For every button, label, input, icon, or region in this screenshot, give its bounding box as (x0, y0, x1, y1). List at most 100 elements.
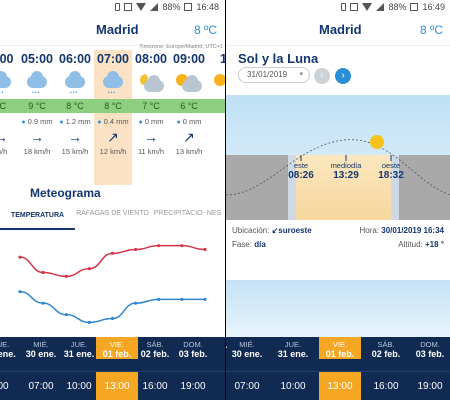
hour-precip: ● 0.9 mm (21, 117, 53, 126)
day-cell-selected[interactable]: VIE. 01 feb. (319, 337, 361, 359)
hour-wind: m/h (0, 147, 8, 156)
hour-temp (208, 99, 225, 113)
selected-date: 31/01/2019 (247, 70, 288, 79)
time-cell[interactable]: 19:00 (172, 372, 214, 400)
time-cell[interactable]: 16:00 (134, 372, 176, 400)
hour-time: 06:00 (59, 52, 91, 66)
time-cell[interactable]: 22 (210, 372, 225, 400)
day-cell[interactable]: JUE. 31 ene. (272, 337, 314, 359)
meteograma-title: Meteograma (30, 186, 101, 200)
tab-precipitaciones[interactable]: PRECIPITACIO- NES (150, 204, 225, 230)
signal-icon (150, 3, 159, 11)
battery-percent: 88% (388, 2, 407, 12)
hour-temp: 9 °C (18, 99, 56, 113)
day-cell[interactable]: MIÉ. 30 ene. (20, 337, 62, 359)
rain-cloud-icon: ••• (56, 71, 94, 96)
time-cell-selected[interactable]: 13:00 (96, 372, 138, 400)
hour-temp: 8 °C (56, 99, 94, 113)
hour-column[interactable]: 09:00 6 °C ● 0 mm ↗ 13 km/h (170, 50, 208, 185)
app-header: Madrid 8 ºC (226, 14, 450, 46)
left-screen: 88% 16:48 Madrid 8 ºC Timezone: Europe/M… (0, 0, 225, 400)
data-point (41, 270, 45, 275)
drop-icon: ● (97, 119, 102, 126)
day-cell[interactable]: LU04 (210, 337, 225, 359)
hour-wind: 11 km/h (137, 147, 165, 156)
battery-icon (410, 3, 419, 11)
hour-time: 10 (220, 52, 225, 66)
hour-column[interactable]: 10 (208, 50, 225, 185)
hour-label: Hora: (359, 226, 380, 235)
sun-moon-title: Sol y la Luna (238, 51, 319, 66)
hour-temp: 6 °C (170, 99, 208, 113)
next-day-button[interactable]: › (335, 68, 351, 84)
chevron-down-icon: ▾ (299, 71, 303, 78)
data-point (157, 297, 161, 301)
signal-icon (376, 3, 385, 11)
wind-arrow-icon: → (68, 129, 82, 145)
data-point (180, 297, 184, 301)
rain-cloud-icon: ••• (0, 71, 20, 96)
day-cell[interactable]: JUE. 31 ene. (58, 337, 100, 359)
hour-column[interactable]: 05:00 ••• 9 °C ● 0.9 mm → 18 km/h (18, 50, 56, 185)
phase-label: Fase: (232, 240, 253, 249)
date-selector[interactable]: 31/01/2019 ▾ (238, 67, 310, 83)
day-cell-selected[interactable]: VIE. 01 feb. (96, 337, 138, 359)
sun-info: Ubicación: ↙suroeste Hora: 30/01/2019 16… (232, 226, 446, 254)
data-point (134, 301, 138, 305)
time-cell[interactable]: 10:00 (272, 372, 314, 400)
hourly-forecast[interactable]: 5:00 ••• °C → m/h 05:00 ••• 9 °C ● 0.9 m… (0, 50, 225, 185)
day-cell[interactable]: DOM. 03 feb. (172, 337, 214, 359)
previous-day-button[interactable]: ‹ (314, 68, 330, 84)
drop-icon: ● (176, 119, 181, 126)
right-screen: 88% 16:49 Madrid 8 ºC Sol y la Luna 31/0… (226, 0, 450, 400)
hour-time: 05:00 (21, 52, 53, 66)
wind-arrow-icon: ↗ (107, 129, 119, 145)
data-point (87, 267, 91, 271)
day-cell[interactable]: DOM. 03 feb. (409, 337, 450, 359)
city-name[interactable]: Madrid (319, 22, 362, 37)
altitude-value: +18 ° (425, 240, 444, 249)
hour-column[interactable]: 06:00 ••• 8 °C ● 1.2 mm → 15 km/h (56, 50, 94, 185)
battery-icon (184, 3, 193, 11)
data-point (41, 301, 45, 305)
data-point (203, 247, 207, 252)
chevron-left-icon: ‹ (320, 70, 324, 81)
solar-noon: mediodía 13:29 (330, 161, 362, 181)
hour-precip: ● 0 mm (138, 117, 164, 126)
hour-temp: 7 °C (132, 99, 170, 113)
current-temp: 8 ºC (193, 23, 217, 37)
data-point (64, 274, 68, 278)
hour-temp: °C (0, 99, 20, 113)
day-row: ne. MIÉ.30 ene. JUE.31 ene. VIE.01 feb. … (226, 337, 450, 366)
day-cell[interactable]: SÁB. 02 feb. (134, 337, 176, 359)
sunrise: este 08:26 (288, 161, 314, 181)
time-cell[interactable]: 16:00 (365, 372, 407, 400)
battery-percent: 88% (162, 2, 181, 12)
hour-precip: ● 0.4 mm (97, 117, 129, 126)
sun-path-panel: este 08:26 mediodía 13:29 oeste 18:32 (226, 95, 450, 220)
hour-column[interactable]: 5:00 ••• °C → m/h (0, 50, 20, 185)
time-cell[interactable]: 10:00 (58, 372, 100, 400)
day-selector[interactable]: UE.9 ene. MIÉ.30 ene. JUE.31 ene. VIE.01… (0, 337, 225, 400)
data-point (110, 251, 115, 255)
hour-column-selected[interactable]: 07:00 ••• 8 °C ● 0.4 mm ↗ 12 km/h (94, 50, 132, 185)
day-cell[interactable]: SÁB. 02 feb. (365, 337, 407, 359)
meteogram-chart (18, 244, 207, 324)
time-cell[interactable]: 19:00 (409, 372, 450, 400)
day-selector[interactable]: ne. MIÉ.30 ene. JUE.31 ene. VIE.01 feb. … (226, 337, 450, 400)
day-cell[interactable]: MIÉ. 30 ene. (226, 337, 268, 359)
wind-arrow-icon: ↗ (183, 129, 195, 145)
bluetooth-icon (341, 3, 347, 11)
wind-arrow-icon: → (30, 129, 44, 145)
tab-temperatura[interactable]: TEMPERATURA (0, 204, 75, 230)
time-cell-selected[interactable]: 13:00 (319, 372, 361, 400)
city-name[interactable]: Madrid (96, 22, 139, 37)
hour-precip (0, 117, 20, 126)
moon-path-panel (226, 280, 450, 338)
chevron-right-icon: › (341, 70, 345, 81)
hour-column[interactable]: 08:00 7 °C ● 0 mm → 11 km/h (132, 50, 170, 185)
time-cell[interactable]: 07:00 (20, 372, 62, 400)
tab-rafagas-viento[interactable]: RÁFAGAS DE VIENTO (75, 204, 150, 230)
day-row: UE.9 ene. MIÉ.30 ene. JUE.31 ene. VIE.01… (0, 337, 225, 366)
time-cell[interactable]: 07:00 (226, 372, 268, 400)
